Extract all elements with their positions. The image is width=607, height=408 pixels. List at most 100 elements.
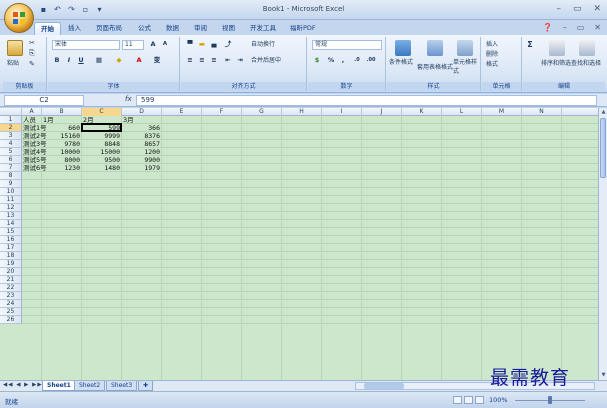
cell[interactable]: 8848 xyxy=(82,140,122,148)
column-header[interactable]: N xyxy=(522,108,562,116)
name-box[interactable]: C2 xyxy=(4,95,84,106)
cut-icon[interactable]: ✂ xyxy=(29,39,35,48)
borders-icon[interactable]: ▦ xyxy=(94,56,104,65)
insert-cells-button[interactable]: 插入 xyxy=(486,40,498,49)
sheet-tab-2[interactable]: Sheet2 xyxy=(74,381,106,391)
column-header[interactable]: I xyxy=(322,108,362,116)
tab-data[interactable]: 数据 xyxy=(160,22,185,35)
cell[interactable]: 1979 xyxy=(122,164,162,172)
row-header[interactable]: 23 xyxy=(0,292,22,300)
cell[interactable]: 660 xyxy=(42,124,82,132)
normal-view-icon[interactable] xyxy=(453,396,462,404)
row-header[interactable]: 7 xyxy=(0,164,22,172)
column-header[interactable]: D xyxy=(122,108,162,116)
scroll-up-icon[interactable]: ▲ xyxy=(599,108,607,117)
delete-cells-button[interactable]: 删除 xyxy=(486,50,498,59)
cell[interactable]: 8000 xyxy=(42,156,82,164)
row-header[interactable]: 20 xyxy=(0,268,22,276)
tab-formulas[interactable]: 公式 xyxy=(132,22,157,35)
row-header[interactable]: 3 xyxy=(0,132,22,140)
row-header[interactable]: 9 xyxy=(0,180,22,188)
grow-font-icon[interactable]: A xyxy=(148,40,158,49)
vertical-scroll-thumb[interactable] xyxy=(600,118,606,178)
sheet-nav-arrows-icon[interactable]: ◀◀ ◀ ▶ ▶▶ xyxy=(3,382,43,388)
find-select-icon[interactable] xyxy=(579,40,595,56)
wrap-text-button[interactable]: 自动换行 xyxy=(251,40,275,49)
percent-button[interactable]: % xyxy=(326,56,336,65)
align-top-icon[interactable]: ▀ xyxy=(185,40,195,49)
font-color-button[interactable]: A xyxy=(134,56,144,65)
sort-filter-icon[interactable] xyxy=(549,40,565,56)
cell[interactable]: 9900 xyxy=(122,156,162,164)
autosum-button[interactable]: Σ xyxy=(525,40,535,49)
row-header[interactable]: 15 xyxy=(0,228,22,236)
page-break-view-icon[interactable] xyxy=(475,396,484,404)
column-header[interactable]: M xyxy=(482,108,522,116)
row-header[interactable]: 21 xyxy=(0,276,22,284)
paste-icon[interactable] xyxy=(7,40,23,56)
page-layout-view-icon[interactable] xyxy=(464,396,473,404)
minimize-button[interactable]: – xyxy=(556,4,561,14)
row-header[interactable]: 17 xyxy=(0,244,22,252)
row-header[interactable]: 10 xyxy=(0,188,22,196)
italic-button[interactable]: I xyxy=(64,56,74,65)
ribbon-close-icon[interactable]: ✕ xyxy=(594,23,601,32)
format-cells-button[interactable]: 格式 xyxy=(486,60,498,69)
row-header[interactable]: 18 xyxy=(0,252,22,260)
align-middle-icon[interactable]: ▬ xyxy=(197,40,207,49)
shrink-font-icon[interactable]: A xyxy=(160,40,170,49)
cell[interactable]: 9780 xyxy=(42,140,82,148)
decrease-decimal-icon[interactable]: .00 xyxy=(366,56,376,65)
align-bottom-icon[interactable]: ▄ xyxy=(209,40,219,49)
increase-indent-icon[interactable]: ⇥ xyxy=(235,56,245,65)
number-format-select[interactable]: 常规 xyxy=(312,40,382,50)
column-header[interactable]: E xyxy=(162,108,202,116)
row-header[interactable]: 5 xyxy=(0,148,22,156)
conditional-format-icon[interactable] xyxy=(395,40,411,56)
zoom-level[interactable]: 100% xyxy=(489,396,508,404)
formula-input[interactable]: 599 xyxy=(136,95,597,106)
cell[interactable]: 1230 xyxy=(42,164,82,172)
column-header[interactable]: L xyxy=(442,108,482,116)
row-header[interactable]: 11 xyxy=(0,196,22,204)
align-left-icon[interactable]: ≡ xyxy=(185,56,195,65)
help-icon[interactable]: ❓ xyxy=(543,23,553,32)
align-center-icon[interactable]: ≡ xyxy=(197,56,207,65)
select-all-corner[interactable] xyxy=(0,108,22,116)
cell[interactable]: 1480 xyxy=(82,164,122,172)
format-as-table-button[interactable]: 套用表格格式 xyxy=(417,63,453,72)
conditional-format-button[interactable]: 条件格式 xyxy=(389,58,413,67)
cell[interactable]: 1200 xyxy=(122,148,162,156)
align-right-icon[interactable]: ≡ xyxy=(209,56,219,65)
merge-center-button[interactable]: 合并后居中 xyxy=(251,56,281,65)
insert-sheet-icon[interactable]: ✚ xyxy=(138,381,154,391)
maximize-button[interactable]: ▭ xyxy=(573,4,582,14)
cell[interactable]: 8657 xyxy=(122,140,162,148)
currency-icon[interactable]: $ xyxy=(312,56,322,65)
tab-review[interactable]: 审阅 xyxy=(188,22,213,35)
sheet-tab-1[interactable]: Sheet1 xyxy=(42,381,76,391)
worksheet-grid[interactable]: ABCDEFGHIJKLMN 1 2 3 4 5 6 7 8 9 10 11 12 13 14 15 16 17… xyxy=(0,108,598,380)
bold-button[interactable]: B xyxy=(52,56,62,65)
cell[interactable]: 1月 xyxy=(42,116,82,124)
cell[interactable]: 8376 xyxy=(122,132,162,140)
underline-button[interactable]: U xyxy=(76,56,86,65)
column-header[interactable]: F xyxy=(202,108,242,116)
row-header[interactable]: 19 xyxy=(0,260,22,268)
horizontal-scroll-thumb[interactable] xyxy=(364,383,404,389)
sort-filter-button[interactable]: 排序和筛选 xyxy=(541,59,571,68)
row-header[interactable]: 26 xyxy=(0,316,22,324)
sheet-tab-3[interactable]: Sheet3 xyxy=(106,381,138,391)
row-header[interactable]: 22 xyxy=(0,284,22,292)
row-header[interactable]: 24 xyxy=(0,300,22,308)
decrease-indent-icon[interactable]: ⇤ xyxy=(223,56,233,65)
column-header[interactable]: A xyxy=(22,108,42,116)
fill-color-icon[interactable]: ◆ xyxy=(114,56,124,65)
tab-foxit-pdf[interactable]: 福昕PDF xyxy=(284,22,322,35)
vertical-scrollbar[interactable]: ▲ ▼ xyxy=(598,108,607,380)
zoom-slider-thumb[interactable] xyxy=(548,396,552,404)
tab-insert[interactable]: 插入 xyxy=(62,22,87,35)
ribbon-restore-icon[interactable]: ▭ xyxy=(577,23,585,32)
font-name-select[interactable]: 宋体 xyxy=(52,40,120,50)
cell-styles-icon[interactable] xyxy=(457,40,473,56)
